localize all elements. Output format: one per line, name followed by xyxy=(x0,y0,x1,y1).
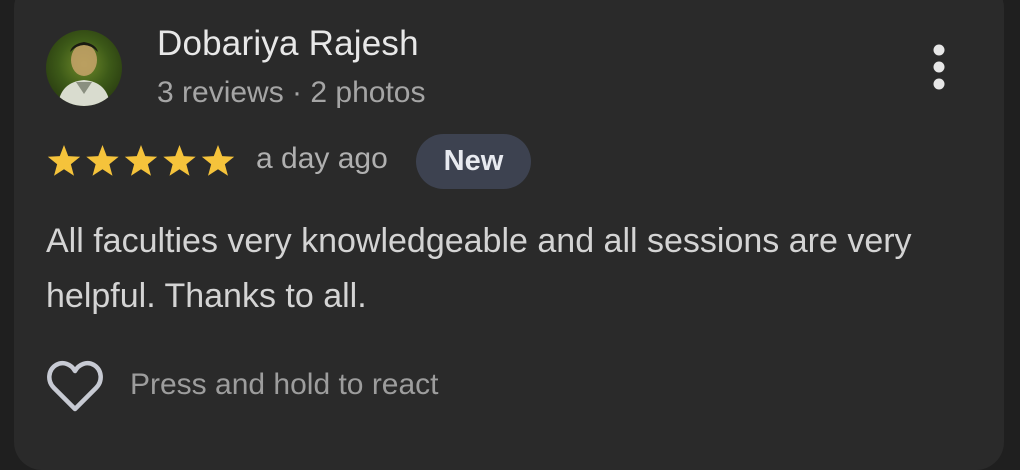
star-icon xyxy=(47,145,81,176)
star-icon xyxy=(124,145,158,176)
star-icon xyxy=(163,145,196,176)
star-icon xyxy=(201,145,235,176)
review-time: a day ago xyxy=(256,142,388,175)
reviewer-name[interactable]: Dobariya Rajesh xyxy=(157,24,419,64)
react-button[interactable] xyxy=(46,360,104,414)
reviewer-meta: 3 reviews · 2 photos xyxy=(157,76,426,109)
reviewer-avatar[interactable] xyxy=(46,30,122,106)
heart-outline-icon xyxy=(47,361,103,412)
star-rating xyxy=(46,143,236,179)
star-rating-graphic xyxy=(47,145,235,176)
react-label[interactable]: Press and hold to react xyxy=(130,368,439,402)
star-icon xyxy=(86,145,119,176)
new-badge: New xyxy=(416,134,531,189)
more-options-button[interactable] xyxy=(918,40,960,96)
review-text: All faculties very knowledgeable and all… xyxy=(46,222,912,315)
more-vertical-icon xyxy=(933,44,945,90)
avatar-photo-icon xyxy=(58,42,110,106)
